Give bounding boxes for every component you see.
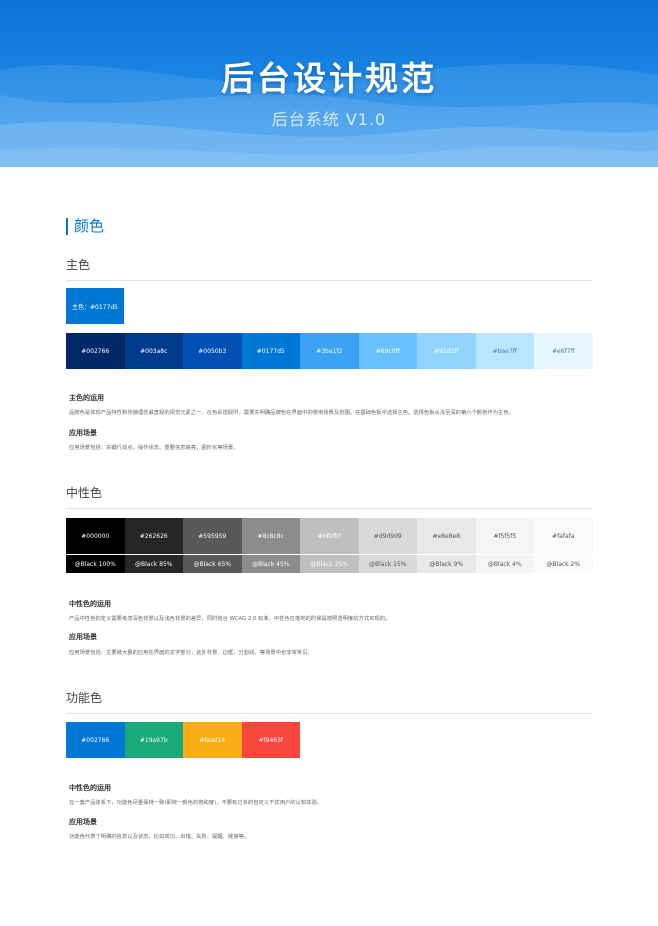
functional-heading: 功能色 [66,689,592,714]
neutral-swatch-1: #262626 [124,518,183,554]
neutral-swatch-6: #e8e8e8 [417,518,476,554]
neutral-alpha-swatch-1: @Black 85% [124,555,183,573]
primary-usage-heading: 主色的运用 [69,394,104,402]
page: 后台设计规范 后台系统 V1.0 颜色 主色 主色：#0177d5 #00276… [0,0,658,926]
neutral-alpha-swatch-6: @Black 9% [417,555,476,573]
neutral-alpha-swatch-8: @Black 2% [534,555,593,573]
functional-usage-heading: 中性色的运用 [69,784,111,792]
functional-usage-text: 在一套产品体系下，功能色尽量保持一致(即统一颜色的饱和度)，不要有过多的自定义干… [69,800,323,806]
neutral-alpha-swatch-3: @Black 45% [241,555,300,573]
neutral-swatch-0: #000000 [66,518,125,554]
hero-banner: 后台设计规范 后台系统 V1.0 [0,0,658,167]
page-title: 后台设计规范 [221,59,437,98]
primary-scene-heading: 应用场景 [69,429,97,437]
primary-swatch-2: #0050b3 [183,333,242,369]
neutral-alpha-swatch-4: @Black 25% [300,555,359,573]
primary-swatch-8: #e6f7ff [534,333,593,369]
neutral-usage-text: 产品中性色的定义需要考虑深色背景以及浅色背景的差异，同时结合 WCAG 2.0 … [69,616,391,622]
neutral-alpha-row: @Black 100% @Black 85% @Black 65% @Black 45… [66,555,593,573]
functional-scene-heading: 应用场景 [69,818,97,826]
primary-swatch-0: #002766 [66,333,125,369]
primary-swatch-4: #3ba1f2 [300,333,359,369]
primary-usage-text: 品牌色是体现产品特性和传播理念最直观的视觉元素之一。在色彩选取时，需要先明确品牌… [69,410,514,416]
neutral-alpha-swatch-7: @Black 4% [475,555,534,573]
functional-swatch-3: #f9463f [241,722,300,758]
primary-heading: 主色 [66,256,592,281]
primary-swatch-1: #003a8c [124,333,183,369]
primary-swatch-3: #0177d5 [241,333,300,369]
neutral-swatch-2: #595959 [183,518,242,554]
functional-swatch-0: #002766 [66,722,125,758]
section-title: 颜色 [66,218,104,235]
functional-scene-text: 功能色代表了明确的信息以及状态，比如成功、出错、失败、提醒、链接等。 [69,834,250,840]
neutral-swatch-3: #8c8c8c [241,518,300,554]
neutral-swatch-row: #000000 #262626 #595959 #8c8c8c #bfbfbf #d9d9… [66,518,593,554]
neutral-scene-text: 应用场景包括：主要被大量的应用在界面的文字部分，此外背景、边框、分割线、等场景中… [69,650,313,656]
page-subtitle: 后台系统 V1.0 [271,110,387,129]
neutral-swatch-8: #fafafa [534,518,593,554]
primary-scene-text: 应用场景包括：关键行动点，操作状态、重要信息高亮，图形化等场景。 [69,445,239,451]
neutral-scene-heading: 应用场景 [69,633,97,641]
primary-swatch-6: #91d5ff [417,333,476,369]
functional-swatch-row: #002766 #19a97b #faad14 #f9463f [66,722,300,758]
neutral-alpha-swatch-0: @Black 100% [66,555,125,573]
neutral-heading: 中性色 [66,484,592,509]
neutral-alpha-swatch-5: @Black 15% [358,555,417,573]
functional-swatch-1: #19a97b [124,722,183,758]
primary-swatch-row: #002766 #003a8c #0050b3 #0177d5 #3ba1f2 #69c0… [66,333,593,369]
neutral-swatch-4: #bfbfbf [300,518,359,554]
neutral-swatch-5: #d9d9d9 [358,518,417,554]
neutral-swatch-7: #f5f5f5 [475,518,534,554]
primary-main-chip: 主色：#0177d5 [66,288,124,324]
neutral-alpha-swatch-2: @Black 65% [183,555,242,573]
functional-swatch-2: #faad14 [183,722,242,758]
primary-swatch-5: #69c0ff [358,333,417,369]
neutral-usage-heading: 中性色的运用 [69,600,111,608]
primary-swatch-7: #bae7ff [475,333,534,369]
